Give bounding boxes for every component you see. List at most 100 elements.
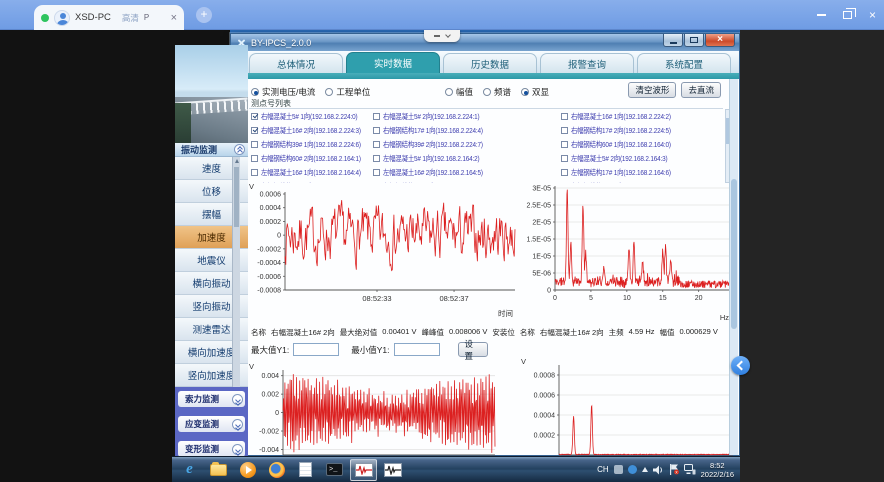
- session-tab[interactable]: XSD-PC 高清 P ×: [34, 5, 184, 30]
- quality-label[interactable]: 高清: [122, 12, 139, 24]
- close-session-tab-icon[interactable]: ×: [171, 13, 177, 23]
- readout-part: 0.000629 V: [680, 327, 718, 338]
- checkbox[interactable]: [561, 155, 568, 162]
- language-indicator[interactable]: CH: [597, 465, 609, 474]
- point-item[interactable]: 右幅钢结构60# 1向(192.168.2.164:0): [561, 139, 723, 150]
- app-title-bar[interactable]: BY-IPCS_2.0.0 ×: [231, 34, 739, 51]
- sidebar-group-vibration[interactable]: 振动监测: [175, 143, 248, 157]
- point-item[interactable]: 左幅混凝土5# 1向(192.168.2.164:2): [373, 153, 561, 164]
- network-icon[interactable]: [684, 464, 696, 475]
- spectrum-chart-top: 3E-052.5E-052E-051.5E-051E-055E-06005101…: [517, 176, 741, 329]
- svg-text:0.0002: 0.0002: [534, 433, 556, 440]
- expand-group-icon[interactable]: [232, 419, 243, 430]
- svg-text:2.5E-05: 2.5E-05: [526, 203, 551, 210]
- taskbar-explorer-button[interactable]: [205, 459, 232, 481]
- checkbox[interactable]: [561, 127, 568, 134]
- svg-text:0.0004: 0.0004: [534, 413, 556, 420]
- radio-option[interactable]: 频谱: [483, 86, 511, 98]
- content-scrollbar[interactable]: [729, 79, 738, 455]
- sidebar-group-变形监测[interactable]: 变形监测: [178, 441, 245, 457]
- checkbox[interactable]: [251, 141, 258, 148]
- remote-desktop-client: XSD-PC 高清 P × + × BY-IPCS_2.0.0 × 总体情况实时…: [0, 0, 884, 482]
- tray-extra-icon[interactable]: [614, 465, 623, 474]
- point-item[interactable]: 右幅钢结构39# 2向(192.168.2.224:7): [373, 139, 561, 150]
- clear-waveform-button[interactable]: 清空波形: [628, 82, 676, 98]
- tab-3[interactable]: 历史数据: [443, 53, 537, 73]
- point-item[interactable]: 右幅钢结构17# 2向(192.168.2.224:5): [561, 125, 723, 136]
- checkbox[interactable]: [251, 169, 258, 176]
- apply-range-button[interactable]: 设置: [458, 342, 488, 357]
- checkbox[interactable]: [561, 141, 568, 148]
- taskbar-ie-button[interactable]: e: [176, 459, 203, 481]
- checkbox[interactable]: [251, 155, 258, 162]
- point-item[interactable]: 左幅混凝土5# 2向(192.168.2.164:3): [561, 153, 723, 164]
- point-item[interactable]: 右幅混凝土5# 2向(192.168.2.224:1): [373, 111, 561, 122]
- svg-text:V: V: [521, 357, 526, 366]
- radio-option[interactable]: 实测电压/电流: [251, 86, 315, 98]
- taskbar-firefox-button[interactable]: [263, 459, 290, 481]
- max-y-input[interactable]: [293, 343, 339, 356]
- tab-5[interactable]: 系统配置: [637, 53, 731, 73]
- sidebar-group-索力监测[interactable]: 索力监测: [178, 391, 245, 407]
- expand-group-icon[interactable]: [232, 444, 243, 455]
- taskbar-media-player-button[interactable]: [234, 459, 261, 481]
- scroll-up-icon[interactable]: [235, 159, 239, 163]
- svg-text:V: V: [249, 182, 254, 191]
- collapse-group-icon[interactable]: [234, 144, 245, 155]
- min-y-input[interactable]: [394, 343, 440, 356]
- checkbox[interactable]: [373, 141, 380, 148]
- client-minimize-icon[interactable]: [817, 14, 826, 16]
- checkbox[interactable]: [561, 169, 568, 176]
- svg-text:0: 0: [547, 288, 551, 295]
- point-item[interactable]: 右幅混凝土5# 1向(192.168.2.224:0): [251, 111, 373, 122]
- taskbar-cmd-button[interactable]: >_: [321, 459, 348, 481]
- checkbox[interactable]: [251, 127, 258, 134]
- svg-text:0.0002: 0.0002: [260, 219, 282, 226]
- remove-dc-button[interactable]: 去直流: [681, 82, 721, 98]
- tray-extra-icon[interactable]: [628, 465, 637, 474]
- checkbox[interactable]: [561, 113, 568, 120]
- sidebar-scrollbar[interactable]: [232, 157, 240, 387]
- display-radio-group: 幅值频谱双显: [445, 86, 549, 98]
- sidebar-group-应变监测[interactable]: 应变监测: [178, 416, 245, 432]
- point-item[interactable]: 右幅钢结构17# 1向(192.168.2.224:4): [373, 125, 561, 136]
- checkbox[interactable]: [373, 113, 380, 120]
- radio-option[interactable]: 工程单位: [325, 86, 370, 98]
- taskbar-notepad-button[interactable]: [292, 459, 319, 481]
- point-item[interactable]: 右幅混凝土16# 2向(192.168.2.224:3): [251, 125, 373, 136]
- radio-option[interactable]: 双显: [521, 86, 549, 98]
- client-toolbar-handle[interactable]: [424, 30, 460, 42]
- expand-group-icon[interactable]: [232, 394, 243, 405]
- radio-option[interactable]: 幅值: [445, 86, 473, 98]
- point-item[interactable]: 右幅钢结构39# 1向(192.168.2.224:6): [251, 139, 373, 150]
- new-session-button[interactable]: +: [196, 7, 212, 23]
- checkbox[interactable]: [373, 155, 380, 162]
- svg-text:20: 20: [695, 295, 703, 302]
- checkbox[interactable]: [373, 127, 380, 134]
- monitor-sidebar: 振动监测 速度位移摆幅加速度地震仪横向振动竖向振动测速雷达横向加速度竖向加速度 …: [175, 45, 248, 456]
- point-item-label: 左幅混凝土16# 1向(192.168.2.164:4): [261, 167, 361, 178]
- panel-expand-chevron-button[interactable]: [731, 356, 750, 375]
- tab-2[interactable]: 实时数据: [346, 52, 440, 73]
- notepad-icon: [299, 462, 312, 477]
- checkbox[interactable]: [251, 113, 258, 120]
- point-item[interactable]: 右幅钢结构60# 2向(192.168.2.164:1): [251, 153, 373, 164]
- checkbox[interactable]: [373, 169, 380, 176]
- tab-4[interactable]: 报警查询: [540, 53, 634, 73]
- taskbar-waveform-app-2-button[interactable]: [379, 459, 406, 481]
- action-center-flag-icon[interactable]: x: [669, 464, 679, 475]
- window-maximize-button[interactable]: [684, 34, 704, 47]
- point-item[interactable]: 左幅混凝土16# 1向(192.168.2.164:4): [251, 167, 373, 178]
- client-restore-icon[interactable]: [843, 11, 852, 19]
- taskbar-clock[interactable]: 8:52 2022/2/16: [701, 461, 734, 479]
- tab-1[interactable]: 总体情况: [249, 53, 343, 73]
- window-close-button[interactable]: ×: [705, 34, 735, 47]
- window-minimize-button[interactable]: [663, 34, 683, 47]
- radio-circle-icon: [251, 88, 259, 96]
- hidden-icons-arrow[interactable]: [642, 467, 648, 472]
- taskbar-waveform-app-1-button[interactable]: [350, 459, 377, 481]
- volume-icon[interactable]: [653, 465, 664, 475]
- point-item-label: 右幅钢结构17# 1向(192.168.2.224:4): [383, 125, 483, 136]
- point-item[interactable]: 右幅混凝土16# 1向(192.168.2.224:2): [561, 111, 723, 122]
- client-close-icon[interactable]: ×: [869, 9, 876, 21]
